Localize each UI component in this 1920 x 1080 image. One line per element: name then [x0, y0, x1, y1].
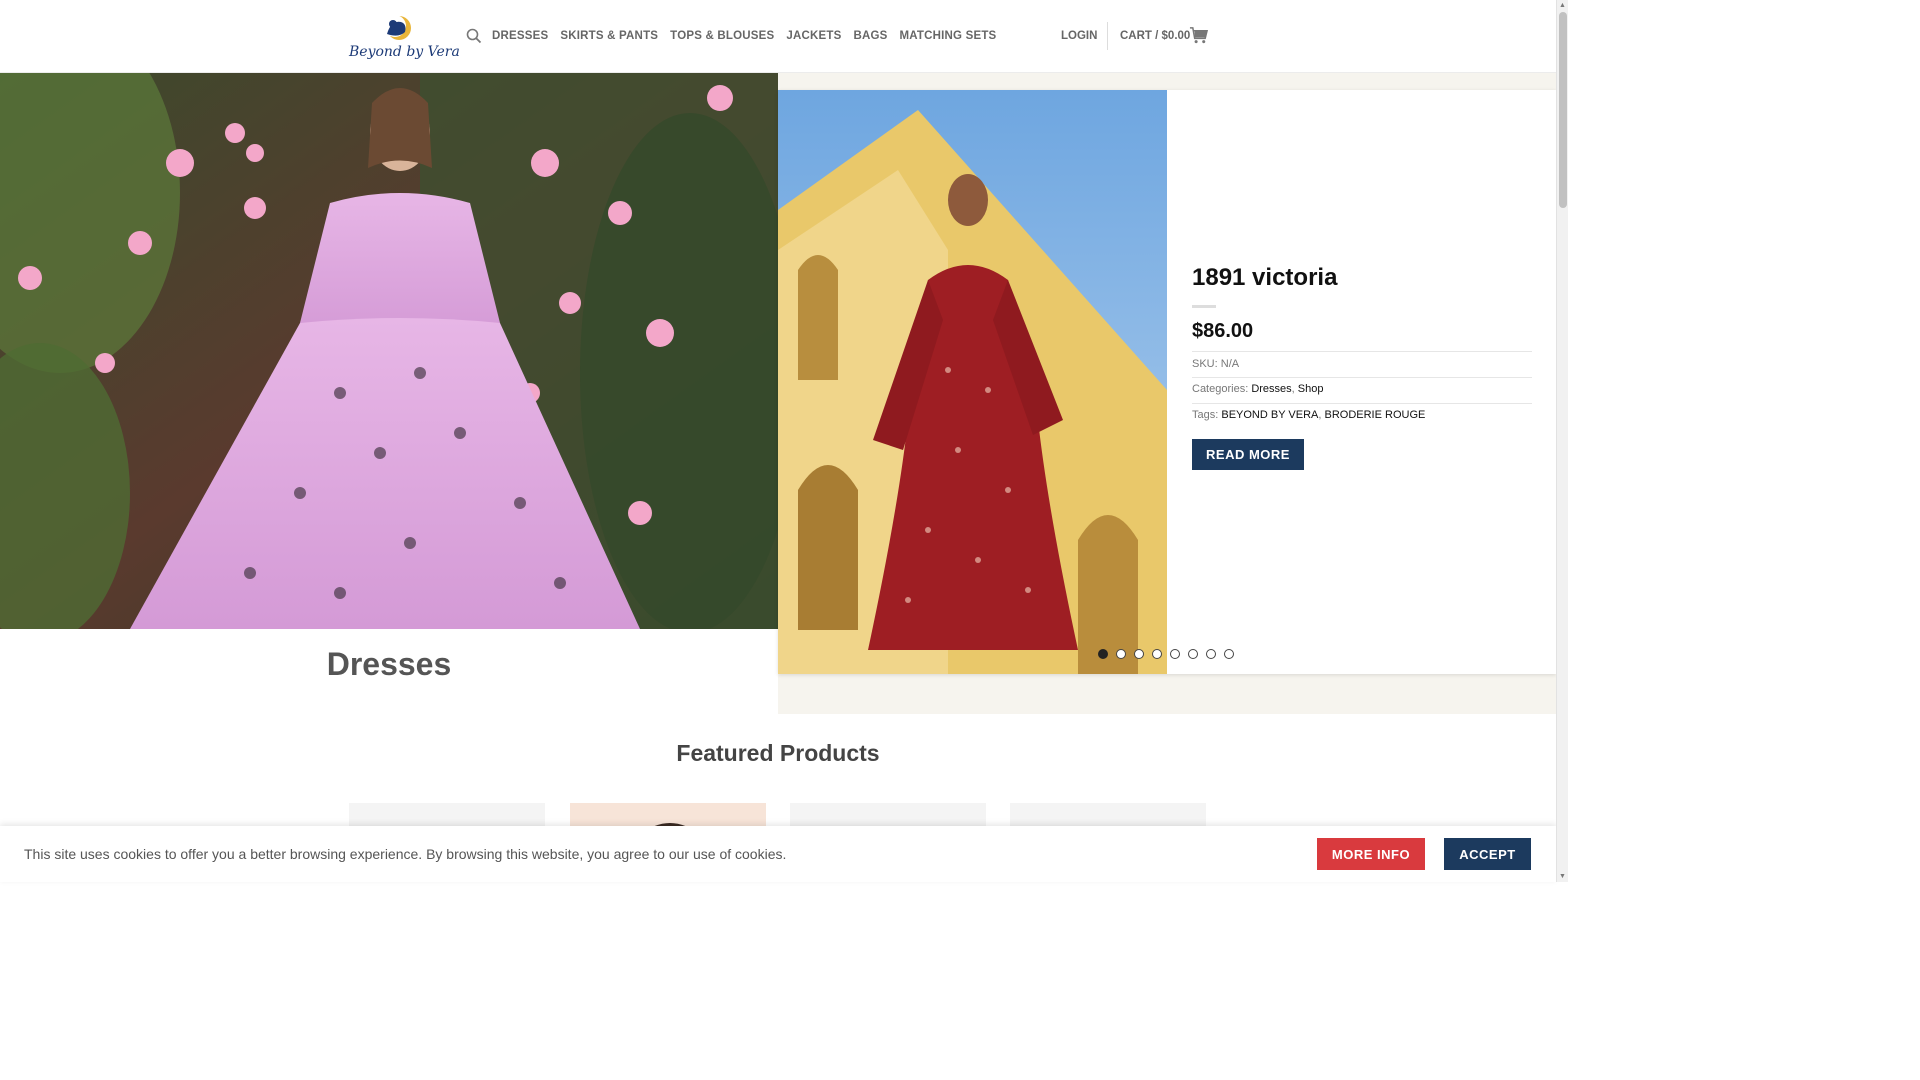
sku-value: N/A	[1220, 358, 1240, 370]
logo-text: Beyond by Vera	[349, 44, 460, 60]
nav-skirts-pants[interactable]: SKIRTS & PANTS	[560, 30, 658, 42]
login-link[interactable]: LOGIN	[1061, 30, 1097, 42]
title-divider	[1192, 305, 1216, 308]
scroll-up-icon[interactable]: ▲	[1559, 2, 1566, 9]
slider-dots	[1098, 649, 1234, 659]
accept-button[interactable]: ACCEPT	[1444, 838, 1531, 870]
product-categories: Categories: Dresses, Shop	[1192, 383, 1324, 395]
hero-category-image[interactable]	[0, 73, 778, 629]
featured-products-heading: Featured Products	[676, 740, 880, 766]
meta-divider	[1192, 377, 1532, 378]
site-header: Beyond by Vera DRESSES SKIRTS & PANTS TO…	[0, 0, 1556, 73]
nav-bags[interactable]: BAGS	[853, 30, 887, 42]
scroll-down-icon[interactable]: ▼	[1559, 873, 1566, 880]
cookie-banner: This site uses cookies to offer you a be…	[0, 826, 1556, 882]
slider-dot-2[interactable]	[1116, 649, 1126, 659]
tag-link-beyond-by-vera[interactable]: BEYOND BY VERA	[1221, 409, 1318, 421]
product-sku: SKU: N/A	[1192, 358, 1239, 370]
product-tags: Tags: BEYOND BY VERA, BRODERIE ROUGE	[1192, 409, 1426, 421]
hero-photo	[0, 73, 778, 629]
product-price: $86.00	[1192, 320, 1254, 342]
hero-category-title[interactable]: Dresses	[0, 646, 778, 683]
categories-label: Categories:	[1192, 383, 1249, 395]
more-info-button[interactable]: MORE INFO	[1317, 838, 1425, 870]
sku-label: SKU:	[1192, 358, 1218, 370]
tag-link-broderie-rouge[interactable]: BRODERIE ROUGE	[1324, 409, 1425, 421]
nav-dresses[interactable]: DRESSES	[492, 30, 548, 42]
product-title[interactable]: 1891 victoria	[1192, 264, 1337, 292]
slider-dot-6[interactable]	[1188, 649, 1198, 659]
slider-dot-4[interactable]	[1152, 649, 1162, 659]
nav-tops-blouses[interactable]: TOPS & BLOUSES	[670, 30, 774, 42]
slider-dot-8[interactable]	[1224, 649, 1234, 659]
read-more-button[interactable]: READ MORE	[1192, 439, 1304, 470]
header-divider	[1107, 22, 1108, 50]
search-icon[interactable]	[466, 28, 482, 44]
main-nav: DRESSES SKIRTS & PANTS TOPS & BLOUSES JA…	[492, 30, 996, 42]
slider-dot-3[interactable]	[1134, 649, 1144, 659]
meta-divider	[1192, 351, 1532, 352]
page-scrollbar[interactable]: ▲ ▼	[1556, 0, 1568, 882]
category-link-shop[interactable]: Shop	[1298, 383, 1324, 395]
scroll-thumb[interactable]	[1559, 12, 1567, 208]
cart-icon[interactable]	[1189, 26, 1208, 45]
cookie-message: This site uses cookies to offer you a be…	[24, 846, 787, 862]
meta-divider	[1192, 403, 1532, 404]
tags-label: Tags:	[1192, 409, 1219, 421]
slider-dot-7[interactable]	[1206, 649, 1216, 659]
category-link-dresses[interactable]: Dresses	[1251, 383, 1291, 395]
slider-dot-1[interactable]	[1098, 649, 1108, 659]
nav-matching-sets[interactable]: MATCHING SETS	[899, 30, 996, 42]
nav-jackets[interactable]: JACKETS	[786, 30, 841, 42]
logo-icon	[384, 15, 411, 40]
cart-link[interactable]: CART / $0.00	[1120, 30, 1190, 42]
slider-dot-5[interactable]	[1170, 649, 1180, 659]
logo[interactable]: Beyond by Vera	[349, 14, 460, 64]
